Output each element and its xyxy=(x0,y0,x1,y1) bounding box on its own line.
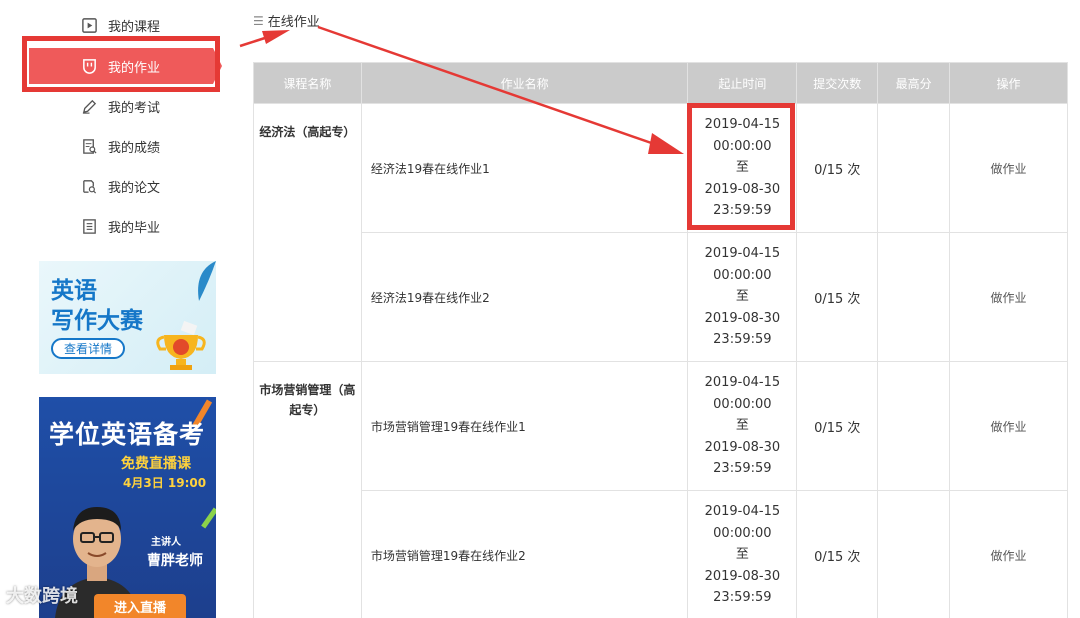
max-score xyxy=(877,490,951,618)
start-date: 2019-04-15 xyxy=(704,117,781,133)
period-cell: 2019-04-15 00:00:00 至 2019-08-30 23:59:5… xyxy=(687,490,798,618)
submit-count: 0/15 次 xyxy=(796,103,879,233)
start-time: 00:00:00 xyxy=(713,525,772,541)
homework-name: 经济法19春在线作业1 xyxy=(360,103,689,233)
table-row: 经济法19春在线作业2 2019-04-15 00:00:00 至 2019-0… xyxy=(254,232,1068,362)
start-date: 2019-04-15 xyxy=(704,375,781,391)
banner-title: 英语 xyxy=(51,278,97,304)
sidebar-item-graduation[interactable]: 我的毕业 xyxy=(78,215,160,237)
leaf-decoration-icon xyxy=(198,261,216,301)
end-time: 23:59:59 xyxy=(713,203,772,219)
course-name: 经济法（高起专） xyxy=(253,103,362,362)
do-homework-link[interactable]: 做作业 xyxy=(991,420,1027,434)
end-time: 23:59:59 xyxy=(713,332,772,348)
pencil-icon xyxy=(78,96,100,116)
period-cell: 2019-04-15 00:00:00 至 2019-08-30 23:59:5… xyxy=(687,232,798,362)
speaker-label: 主讲人 xyxy=(151,537,181,548)
play-icon xyxy=(78,15,100,35)
sidebar-item-thesis[interactable]: 我的论文 xyxy=(78,175,160,197)
period-cell: 2019-04-15 00:00:00 至 2019-08-30 23:59:5… xyxy=(687,361,798,491)
max-score xyxy=(877,232,951,362)
list-icon: ☰ xyxy=(253,13,264,28)
sidebar-item-courses[interactable]: 我的课程 xyxy=(78,14,160,36)
period-cell: 2019-04-15 00:00:00 至 2019-08-30 23:59:5… xyxy=(687,103,798,233)
start-date: 2019-04-15 xyxy=(704,246,781,262)
end-time: 23:59:59 xyxy=(713,590,772,606)
end-date: 2019-08-30 xyxy=(704,439,781,455)
column-header-homework: 作业名称 xyxy=(360,62,689,104)
start-date: 2019-04-15 xyxy=(704,504,781,520)
course-name: 市场营销管理（高起专） xyxy=(253,361,362,618)
report-search-icon xyxy=(78,136,100,156)
page-title-text: 在线作业 xyxy=(267,15,320,30)
annotation-arrow-line xyxy=(239,35,269,48)
to-label: 至 xyxy=(735,418,749,434)
submit-count: 0/15 次 xyxy=(796,361,879,491)
banner-subtitle: 免费直播课 xyxy=(121,456,191,472)
enter-live-button[interactable]: 进入直播 xyxy=(94,594,186,618)
end-time: 23:59:59 xyxy=(713,461,772,477)
sidebar-item-label: 我的成绩 xyxy=(108,140,161,156)
start-time: 00:00:00 xyxy=(713,267,772,283)
do-homework-link[interactable]: 做作业 xyxy=(991,162,1027,176)
homework-name: 经济法19春在线作业2 xyxy=(360,232,689,362)
sidebar-item-grades[interactable]: 我的成绩 xyxy=(78,135,160,157)
submit-count: 0/15 次 xyxy=(796,490,879,618)
sidebar-item-label: 我的课程 xyxy=(108,19,161,35)
to-label: 至 xyxy=(735,289,749,305)
table-row: 经济法（高起专） 经济法19春在线作业1 2019-04-15 00:00:00… xyxy=(253,103,1068,362)
sidebar-item-label: 我的论文 xyxy=(108,180,161,196)
end-date: 2019-08-30 xyxy=(704,181,781,197)
do-homework-link[interactable]: 做作业 xyxy=(991,291,1027,305)
action-cell: 做作业 xyxy=(949,490,1068,618)
start-time: 00:00:00 xyxy=(713,138,772,154)
action-cell: 做作业 xyxy=(949,361,1068,491)
column-header-period: 起止时间 xyxy=(687,62,798,104)
do-homework-link[interactable]: 做作业 xyxy=(991,549,1027,563)
end-date: 2019-08-30 xyxy=(704,310,781,326)
column-header-score: 最高分 xyxy=(877,62,951,104)
teacher-name: 曹胖老师 xyxy=(147,553,203,569)
column-header-course: 课程名称 xyxy=(253,62,362,104)
paper-search-icon xyxy=(78,176,100,196)
table-row: 市场营销管理19春在线作业2 2019-04-15 00:00:00 至 201… xyxy=(254,490,1068,618)
annotation-arrow-head xyxy=(262,30,290,44)
start-time: 00:00:00 xyxy=(713,396,772,412)
english-writing-contest-banner[interactable]: 英语 写作大赛 查看详情 xyxy=(39,261,216,374)
sidebar-item-exams[interactable]: 我的考试 xyxy=(78,95,160,117)
trophy-icon xyxy=(156,321,206,370)
homework-table: 课程名称 作业名称 起止时间 提交次数 最高分 操作 经济法（高起专） 经济法1… xyxy=(253,62,1068,618)
view-details-button[interactable]: 查看详情 xyxy=(51,338,125,359)
to-label: 至 xyxy=(735,160,749,176)
action-cell: 做作业 xyxy=(949,103,1068,233)
homework-name: 市场营销管理19春在线作业1 xyxy=(360,361,689,491)
to-label: 至 xyxy=(735,547,749,563)
sidebar-item-label: 我的毕业 xyxy=(108,220,161,236)
table-header-row: 课程名称 作业名称 起止时间 提交次数 最高分 操作 xyxy=(253,62,1068,104)
banner-title: 学位英语备考 xyxy=(49,420,206,449)
decorative-stripe xyxy=(201,507,216,529)
sidebar: 我的课程 我的作业 我的考试 我的成绩 我的论文 我的毕业 英语 写作大赛 查看… xyxy=(0,0,230,618)
column-header-action: 操作 xyxy=(949,62,1068,104)
max-score xyxy=(877,361,951,491)
watermark: 大数跨境 xyxy=(6,586,78,607)
page-title: ☰ 在线作业 xyxy=(253,11,320,31)
sidebar-item-label: 我的考试 xyxy=(108,100,161,116)
annotation-highlight-box xyxy=(22,36,220,92)
action-cell: 做作业 xyxy=(949,232,1068,362)
table-row: 市场营销管理（高起专） 市场营销管理19春在线作业1 2019-04-15 00… xyxy=(253,361,1068,618)
max-score xyxy=(877,103,951,233)
end-date: 2019-08-30 xyxy=(704,568,781,584)
banner-subtitle: 写作大赛 xyxy=(51,308,143,334)
submit-count: 0/15 次 xyxy=(796,232,879,362)
column-header-submits: 提交次数 xyxy=(796,62,879,104)
homework-name: 市场营销管理19春在线作业2 xyxy=(360,490,689,618)
graduation-doc-icon xyxy=(78,216,100,236)
